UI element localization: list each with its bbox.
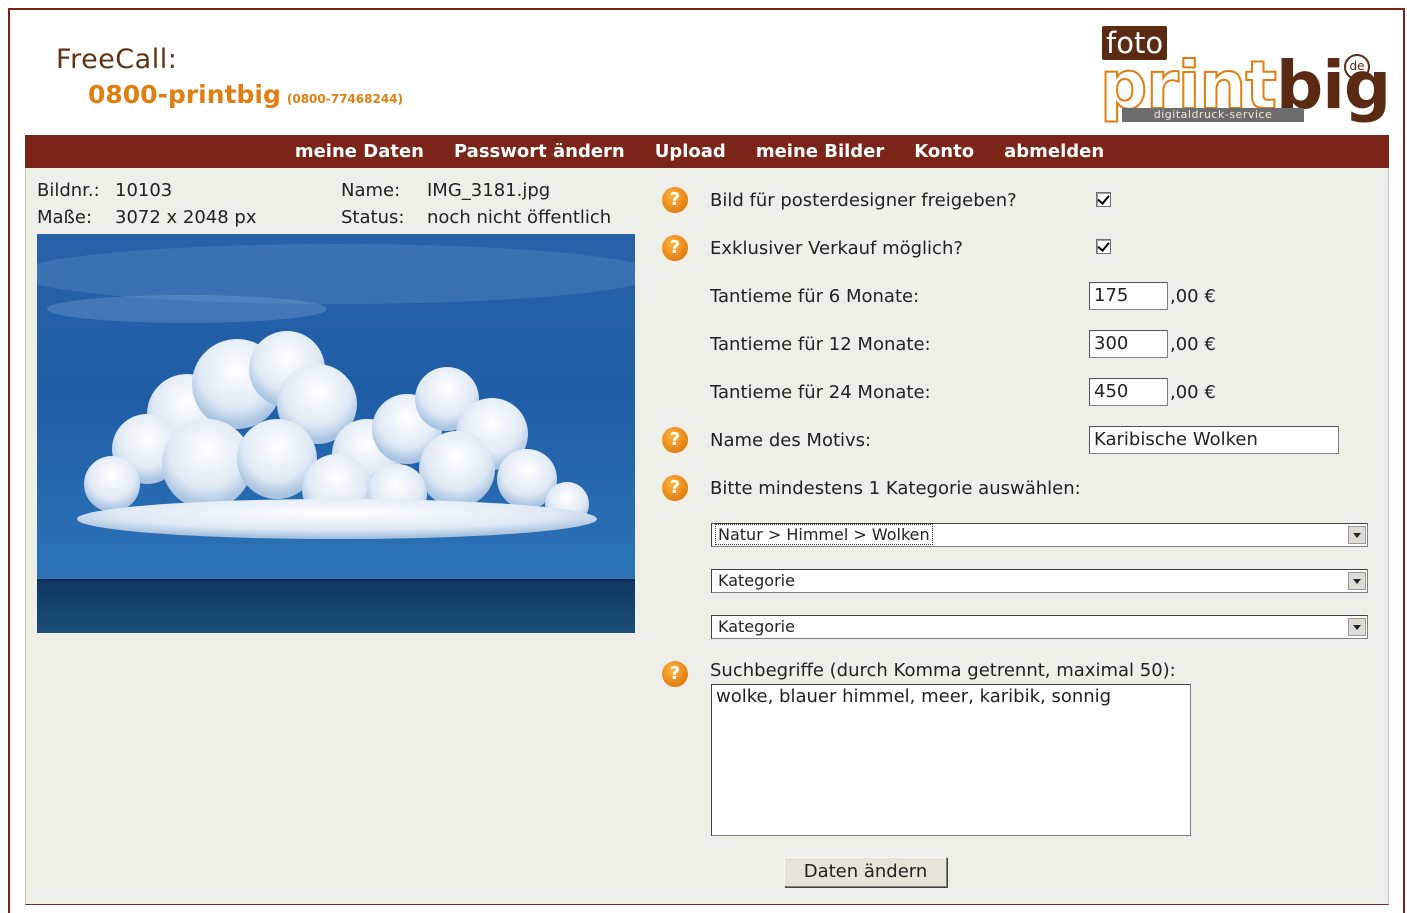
category-select-3[interactable]: Kategorie xyxy=(711,615,1368,639)
keywords-textarea[interactable]: wolke, blauer himmel, meer, karibik, son… xyxy=(711,684,1191,836)
freecall-info: FreeCall: 0800-printbig (0800-77468244) xyxy=(56,44,403,109)
exclusive-label: Exklusiver Verkauf möglich? xyxy=(710,238,963,259)
posterdesigner-label: Bild für posterdesigner freigeben? xyxy=(710,190,1017,211)
logo-de-badge: de xyxy=(1344,54,1370,80)
chevron-down-icon[interactable] xyxy=(1348,618,1366,636)
help-icon-motif[interactable]: ? xyxy=(662,427,688,453)
submit-button[interactable]: Daten ändern xyxy=(784,857,947,887)
image-status-label: Status: xyxy=(341,207,405,228)
royalty-12-input[interactable]: 300 xyxy=(1089,330,1168,358)
royalty-6-suffix: ,00 € xyxy=(1170,286,1216,307)
royalty-6-input[interactable]: 175 xyxy=(1089,282,1168,310)
nav-passwort-aendern[interactable]: Passwort ändern xyxy=(454,141,625,162)
freecall-label: FreeCall: xyxy=(56,44,178,75)
category-select-2[interactable]: Kategorie xyxy=(711,569,1368,593)
image-status-value: noch nicht öffentlich xyxy=(427,207,612,228)
nav-konto[interactable]: Konto xyxy=(914,141,974,162)
nav-upload[interactable]: Upload xyxy=(655,141,726,162)
nav-abmelden[interactable]: abmelden xyxy=(1004,141,1104,162)
category-select-1-value: Natur > Himmel > Wolken xyxy=(715,524,933,545)
royalty-24-label: Tantieme für 24 Monate: xyxy=(710,382,931,403)
help-icon-category[interactable]: ? xyxy=(662,475,688,501)
royalty-6-label: Tantieme für 6 Monate: xyxy=(710,286,920,307)
freecall-number: 0800-printbig xyxy=(88,80,281,109)
exclusive-checkbox[interactable] xyxy=(1096,239,1111,254)
nav-meine-bilder[interactable]: meine Bilder xyxy=(756,141,884,162)
help-icon-keywords[interactable]: ? xyxy=(662,661,688,687)
keywords-label: Suchbegriffe (durch Komma getrennt, maxi… xyxy=(710,660,1176,681)
main-nav: meine Daten Passwort ändern Upload meine… xyxy=(25,135,1389,168)
royalty-12-suffix: ,00 € xyxy=(1170,334,1216,355)
posterdesigner-checkbox[interactable] xyxy=(1096,192,1111,207)
image-name-label: Name: xyxy=(341,180,401,201)
nav-meine-daten[interactable]: meine Daten xyxy=(295,141,424,162)
image-size-label: Maße: xyxy=(37,207,93,228)
logo-tagline: digitaldruck-service xyxy=(1122,108,1304,122)
category-label: Bitte mindestens 1 Kategorie auswählen: xyxy=(710,478,1081,499)
category-select-1[interactable]: Natur > Himmel > Wolken xyxy=(711,523,1368,547)
image-preview xyxy=(37,234,635,633)
chevron-down-icon[interactable] xyxy=(1348,572,1366,590)
motif-input[interactable]: Karibische Wolken xyxy=(1089,426,1339,454)
royalty-12-label: Tantieme für 12 Monate: xyxy=(710,334,931,355)
royalty-24-suffix: ,00 € xyxy=(1170,382,1216,403)
image-size-value: 3072 x 2048 px xyxy=(115,207,257,228)
chevron-down-icon[interactable] xyxy=(1348,526,1366,544)
image-id-value: 10103 xyxy=(115,180,173,201)
help-icon-exclusive[interactable]: ? xyxy=(662,235,688,261)
motif-label: Name des Motivs: xyxy=(710,430,872,451)
image-name-value: IMG_3181.jpg xyxy=(427,180,551,201)
category-select-2-value: Kategorie xyxy=(718,571,795,590)
freecall-number-alt: (0800-77468244) xyxy=(286,92,404,106)
royalty-24-input[interactable]: 450 xyxy=(1089,378,1168,406)
freecall-number-line: 0800-printbig (0800-77468244) xyxy=(88,80,403,109)
category-select-3-value: Kategorie xyxy=(718,617,795,636)
help-icon-posterdesigner[interactable]: ? xyxy=(662,187,688,213)
fotoprintbig-logo[interactable]: foto printbig de digitaldruck-service xyxy=(1099,24,1391,128)
image-id-label: Bildnr.: xyxy=(37,180,100,201)
